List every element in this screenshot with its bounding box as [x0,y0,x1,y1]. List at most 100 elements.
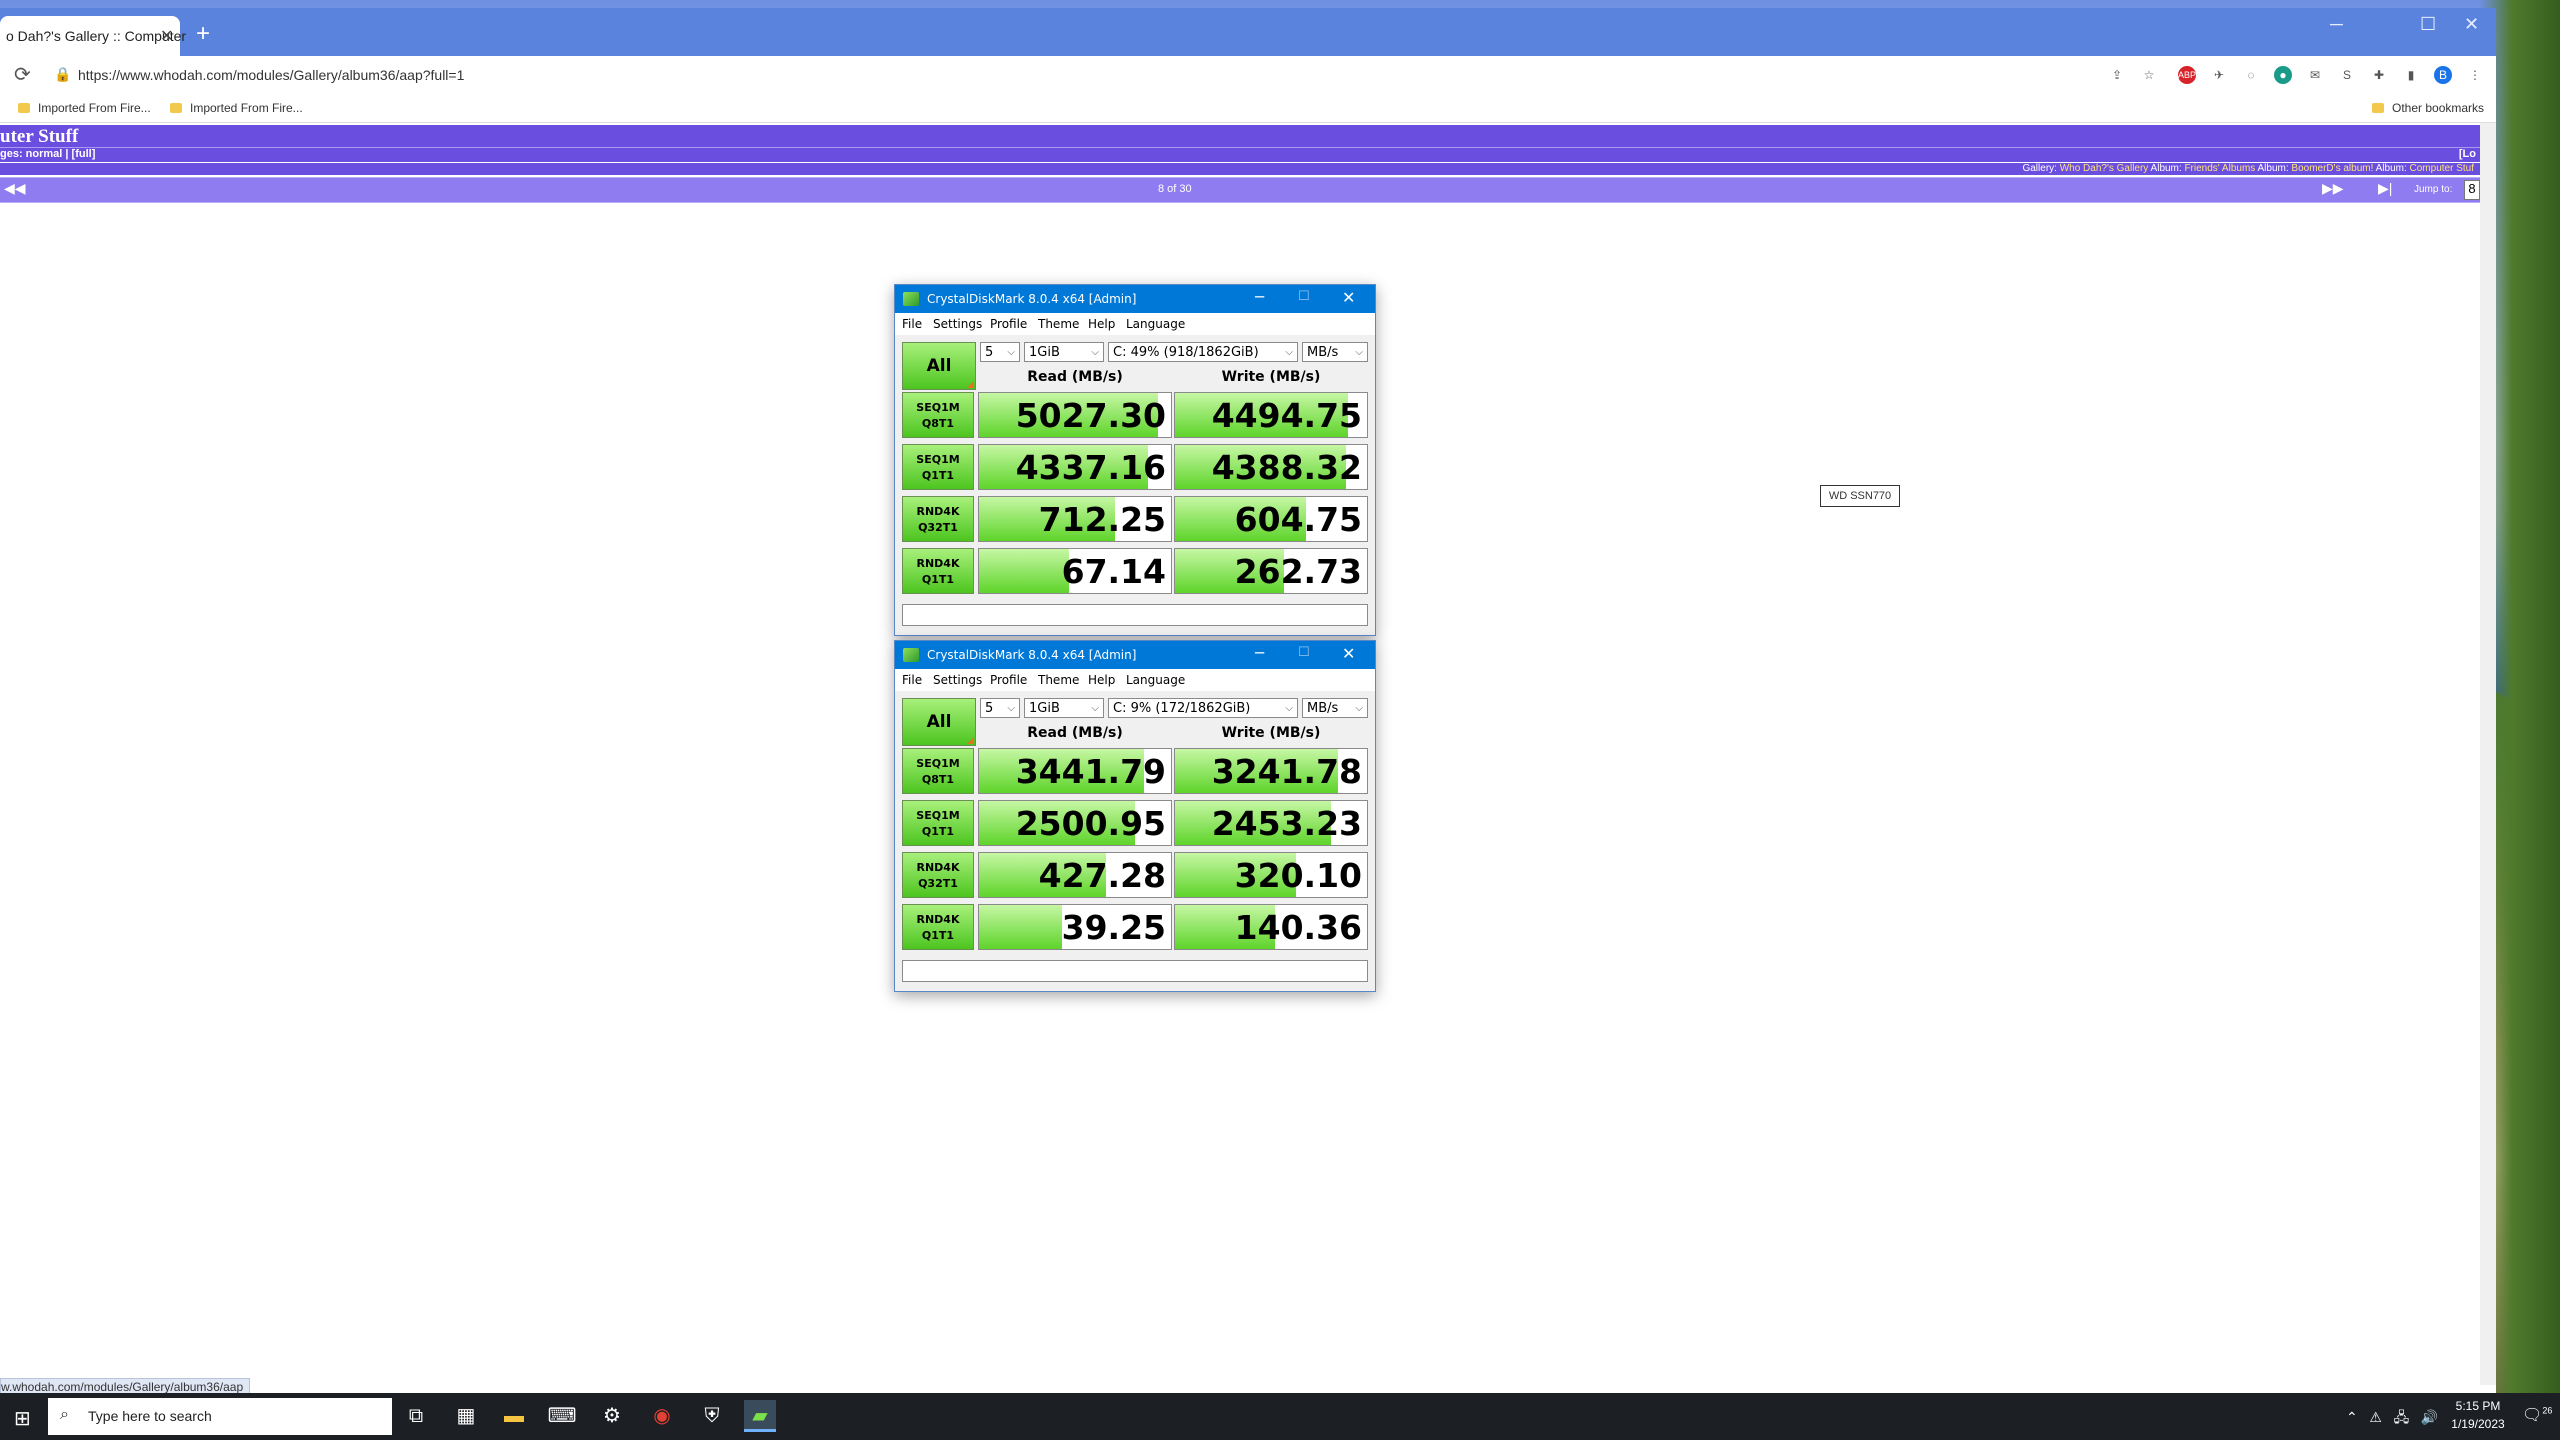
file-explorer-icon[interactable]: ▬ [498,1400,530,1432]
next-image-button[interactable]: ▶▶ [2322,180,2344,197]
bookmark-folder[interactable]: Imported From Fire... [18,101,151,115]
select-value: C: 9% (172/1862GiB) [1113,701,1251,716]
notification-count: 26 [2542,1405,2553,1416]
page-scrollbar[interactable] [2480,123,2496,1385]
close-button[interactable]: ✕ [1342,644,1355,663]
lock-icon[interactable]: 🔒 [54,66,71,83]
window-titlebar[interactable]: CrystalDiskMark 8.0.4 x64 [Admin] ─ ☐ ✕ [895,285,1375,313]
tab-gallery[interactable]: o Dah?'s Gallery :: Computer ✕ [0,16,186,56]
system-tray[interactable]: ⌃ ⚠ 🖧 🔊 [2346,1407,2438,1431]
last-image-button[interactable]: ▶| [2378,180,2392,197]
run-all-button[interactable]: All [902,698,976,746]
maximize-button[interactable]: ☐ [1298,645,1310,660]
breadcrumb-album-link[interactable]: BoomerD's album! [2291,163,2373,174]
test-sublabel: Q1T1 [921,929,955,942]
profile-avatar[interactable]: B [2434,66,2452,84]
menu-theme[interactable]: Theme [1038,673,1079,687]
test-rnd4k-q1t1-button[interactable]: RND4K Q1T1 [902,548,974,594]
calculator-app-icon[interactable]: ▦ [450,1400,482,1432]
maximize-button[interactable]: ☐ [1298,289,1310,304]
puzzle-extensions-icon[interactable]: ✚ [2370,66,2388,84]
app-icon[interactable]: ⌨ [546,1400,578,1432]
test-sublabel: Q8T1 [921,773,955,786]
close-window-button[interactable]: ✕ [2464,14,2479,35]
app-icon[interactable]: ⚙ [596,1400,628,1432]
test-size-select[interactable]: 1GiB ⌵ [1024,342,1104,362]
taskbar-search-box[interactable]: ⌕ Type here to search [48,1398,392,1435]
test-seq1m-q1t1-button[interactable]: SEQ1M Q1T1 [902,800,974,846]
maximize-button[interactable]: ☐ [2420,14,2436,35]
windows-start-icon[interactable]: ⊞ [14,1406,31,1431]
bookmark-star-icon[interactable]: ☆ [2140,66,2158,84]
drive-select[interactable]: C: 49% (918/1862GiB) ⌵ [1108,342,1298,362]
reload-icon[interactable]: ⟳ [14,62,31,87]
previous-image-button[interactable]: ◀◀ [4,180,26,197]
menu-file[interactable]: File [902,317,922,331]
comment-field[interactable] [902,960,1368,982]
read-value: 4337.16 [1015,448,1166,487]
share-icon[interactable]: ⇪ [2108,66,2126,84]
extension-icon[interactable]: S [2338,66,2356,84]
drive-select[interactable]: C: 9% (172/1862GiB) ⌵ [1108,698,1298,718]
tab-close-icon[interactable]: ✕ [160,26,173,46]
window-titlebar[interactable]: CrystalDiskMark 8.0.4 x64 [Admin] ─ ☐ ✕ [895,641,1375,669]
menu-profile[interactable]: Profile [990,673,1027,687]
minimize-button[interactable]: ─ [1255,288,1264,306]
chrome-icon[interactable]: ◉ [646,1400,678,1432]
menu-theme[interactable]: Theme [1038,317,1079,331]
test-seq1m-q1t1-button[interactable]: SEQ1M Q1T1 [902,444,974,490]
test-seq1m-q8t1-button[interactable]: SEQ1M Q8T1 [902,748,974,794]
clock-time: 5:15 PM [2455,1399,2501,1413]
read-value: 712.25 [1038,500,1166,539]
adblock-extension-icon[interactable]: ABP [2178,66,2196,84]
login-link[interactable]: [Lo [2459,148,2476,160]
minimize-button[interactable]: ─ [1255,644,1264,662]
test-count-select[interactable]: 5 ⌵ [980,698,1020,718]
menu-profile[interactable]: Profile [990,317,1027,331]
test-rnd4k-q32t1-button[interactable]: RND4K Q32T1 [902,496,974,542]
menu-language[interactable]: Language [1126,317,1185,331]
chevron-down-icon: ⌵ [1355,703,1363,714]
breadcrumb-gallery-link[interactable]: Who Dah?'s Gallery [2060,163,2149,174]
menu-settings[interactable]: Settings [933,317,982,331]
menu-help[interactable]: Help [1088,673,1115,687]
address-bar[interactable]: https://www.whodah.com/modules/Gallery/a… [78,67,464,83]
write-value: 3241.78 [1211,752,1362,791]
menu-help[interactable]: Help [1088,317,1115,331]
breadcrumb-album-link[interactable]: Friends' Albums [2184,163,2255,174]
other-bookmarks[interactable]: Other bookmarks [2372,101,2484,115]
test-count-select[interactable]: 5 ⌵ [980,342,1020,362]
menu-language[interactable]: Language [1126,673,1185,687]
image-size-links[interactable]: ges: normal | [full] [0,148,95,160]
menu-kebab-icon[interactable]: ⋮ [2466,66,2484,84]
bookmark-folder[interactable]: Imported From Fire... [170,101,303,115]
taskbar-clock[interactable]: 5:15 PM 1/19/2023 [2448,1397,2508,1433]
notification-center-icon[interactable]: 🗨26 [2522,1405,2552,1425]
comment-field[interactable] [902,604,1368,626]
run-all-button[interactable]: All [902,342,976,390]
minimize-button[interactable]: ─ [2330,14,2343,35]
extension-icon[interactable]: ◌ [2242,66,2260,84]
menu-file[interactable]: File [902,673,922,687]
unit-select[interactable]: MB/s ⌵ [1302,698,1368,718]
new-tab-button[interactable]: + [196,20,210,48]
crystaldiskmark-taskbar-icon[interactable]: ▰ [744,1400,776,1432]
unit-select[interactable]: MB/s ⌵ [1302,342,1368,362]
test-seq1m-q8t1-button[interactable]: SEQ1M Q8T1 [902,392,974,438]
test-rnd4k-q32t1-button[interactable]: RND4K Q32T1 [902,852,974,898]
jump-to-input[interactable]: 8 [2464,180,2480,200]
test-size-select[interactable]: 1GiB ⌵ [1024,698,1104,718]
result-row: RND4K Q1T1 67.14 262.73 [902,548,1368,594]
window-title: CrystalDiskMark 8.0.4 x64 [Admin] [927,292,1137,306]
close-button[interactable]: ✕ [1342,288,1355,307]
mail-icon[interactable]: ✉ [2306,66,2324,84]
breadcrumb-album-link[interactable]: Computer Stuf [2410,163,2474,174]
side-panel-icon[interactable]: ▮ [2402,66,2420,84]
write-result: 140.36 [1174,904,1368,950]
menu-settings[interactable]: Settings [933,673,982,687]
extension-icon[interactable]: ✈ [2210,66,2228,84]
test-rnd4k-q1t1-button[interactable]: RND4K Q1T1 [902,904,974,950]
extension-icon[interactable]: ● [2274,66,2292,84]
security-shield-icon[interactable]: ⛨ [696,1400,728,1432]
task-view-icon[interactable]: ⧉ [400,1400,432,1432]
